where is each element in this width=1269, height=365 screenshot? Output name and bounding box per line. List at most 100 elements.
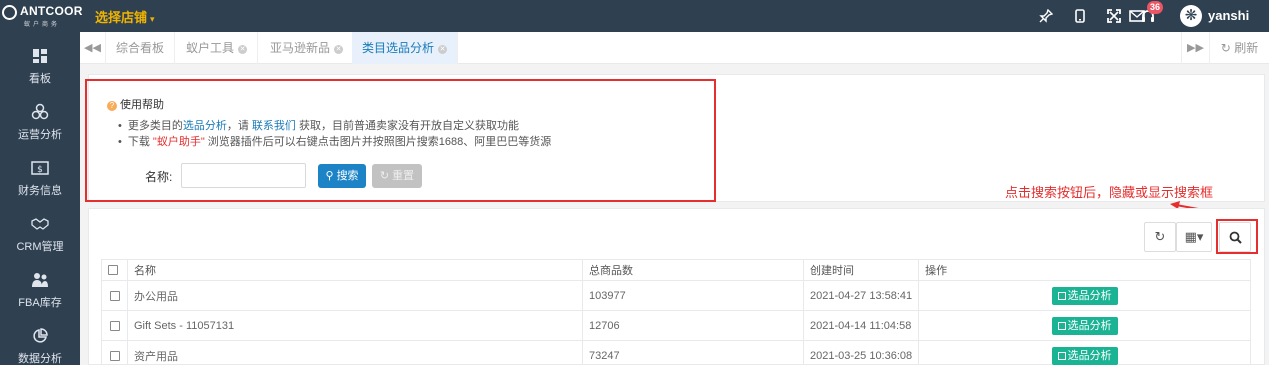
tab-bar: ◀◀ 综合看板 蚁户工具 ✕ 亚马逊新品 ✕ 类目选品分析 ✕ ▶▶ ↻ 刷新 [80,32,1269,64]
bullet-icon: • [118,136,122,148]
row-created: 2021-03-25 10:36:08 [802,340,920,365]
operation-icon [30,102,50,122]
tab-scroll-right-icon[interactable]: ▶▶ [1181,32,1209,64]
search-button-highlight [1216,219,1258,254]
table-row: Gift Sets - 11057131 12706 2021-04-14 11… [101,310,1251,341]
assistant-plugin-link[interactable]: "蚁户助手" [153,136,205,148]
help-line-2-pre: 下载 [127,136,153,148]
pie-chart-icon [30,326,50,346]
columns-toggle-button[interactable]: ▦▾ [1176,222,1212,252]
close-tab-icon[interactable]: ✕ [238,45,248,54]
column-header-total[interactable]: 总商品数 [582,259,804,281]
sidebar-item-label: FBA库存 [18,297,62,309]
help-line-1-mid: ，请 [226,120,252,132]
finance-icon: $ [30,158,50,178]
table-row: 办公用品 103977 2021-04-27 13:58:41 选品分析 [101,280,1251,311]
row-action-cell: 选品分析 [918,310,1251,341]
user-avatar-icon[interactable]: ❋ [1180,5,1202,27]
refresh-button[interactable]: ↻ 刷新 [1209,32,1269,64]
row-checkbox[interactable] [109,350,120,361]
row-total: 103977 [582,280,804,311]
help-line-1: • 更多类目的选品分析，请 联系我们 获取，目前普通卖家没有开放自定义获取功能 [118,117,519,133]
list-icon [1057,321,1066,330]
tab-scroll-left-icon[interactable]: ◀◀ [80,32,106,64]
reset-button[interactable]: ↻ 重置 [372,164,422,188]
row-name: 办公用品 [127,280,583,311]
selection-analysis-link[interactable]: 选品分析 [183,120,227,132]
sidebar-item-data-analysis[interactable]: 数据分析 [0,320,80,365]
name-search-input[interactable] [181,163,306,188]
search-button[interactable]: ⚲ 搜索 [318,164,366,188]
row-select-cell[interactable] [101,340,128,365]
row-checkbox[interactable] [109,320,120,331]
search-button-label: 搜索 [336,170,359,182]
sidebar-item-finance[interactable]: $ 财务信息 [0,152,80,208]
row-total: 73247 [582,340,804,365]
list-icon [1057,291,1066,300]
analysis-button[interactable]: 选品分析 [1051,346,1118,365]
pin-icon[interactable] [1038,8,1054,24]
column-header-name[interactable]: 名称 [127,259,583,281]
tab-category-analysis[interactable]: 类目选品分析 ✕ [352,32,459,64]
row-action-cell: 选品分析 [918,340,1251,365]
row-total: 12706 [582,310,804,341]
tab-tools[interactable]: 蚁户工具 ✕ [176,32,259,64]
sidebar-item-label: 看板 [29,73,51,85]
select-all-cell[interactable] [101,259,128,281]
help-line-1-post: 获取，目前普通卖家没有开放自定义获取功能 [295,120,519,132]
name-field-label: 名称: [145,170,173,184]
help-line-1-pre: 更多类目的 [127,120,183,132]
analysis-button[interactable]: 选品分析 [1051,286,1118,305]
tab-label: 亚马逊新品 [270,41,331,55]
top-navbar: ANTCOOR 蚁户商务 选择店铺 ▾ [0,0,1269,32]
row-created: 2021-04-14 11:04:58 [802,310,920,341]
sidebar-item-dashboard[interactable]: 看板 [0,40,80,96]
search-icon: ⚲ [325,170,334,182]
analysis-button-label: 选品分析 [1067,349,1112,362]
row-select-cell[interactable] [101,310,128,341]
row-select-cell[interactable] [101,280,128,311]
contact-us-link[interactable]: 联系我们 [252,120,296,132]
sidebar-item-label: 数据分析 [18,353,62,365]
dashboard-icon [30,46,50,66]
table-refresh-button[interactable]: ↻ [1144,222,1176,252]
column-header-created[interactable]: 创建时间 [802,259,920,281]
row-name: 资产用品 [127,340,583,365]
row-created: 2021-04-27 13:58:41 [802,280,920,311]
sidebar-item-crm[interactable]: CRM管理 [0,208,80,264]
shop-selector-label: 选择店铺 [95,10,148,25]
row-name: Gift Sets - 11057131 [127,310,583,341]
analysis-button-label: 选品分析 [1067,289,1112,302]
row-checkbox[interactable] [109,290,120,301]
help-title-text: 使用帮助 [120,99,164,111]
username[interactable]: yanshi [1208,8,1249,23]
sidebar-item-label: 财务信息 [18,185,62,197]
mail-envelope-icon[interactable] [1129,8,1145,24]
reset-icon: ↻ [379,170,390,182]
row-action-cell: 选品分析 [918,280,1251,311]
shop-selector[interactable]: 选择店铺 ▾ [95,7,155,26]
sidebar-item-operation-analysis[interactable]: 运营分析 [0,96,80,152]
help-title: ? 使用帮助 [107,96,164,112]
question-icon: ? [107,101,117,111]
analysis-button[interactable]: 选品分析 [1051,316,1118,335]
table-row: 资产用品 73247 2021-03-25 10:36:08 选品分析 [101,340,1251,365]
mobile-icon[interactable] [1072,8,1088,24]
svg-text:$: $ [37,165,43,175]
fullscreen-icon[interactable] [1106,8,1122,24]
tab-label: 蚁户工具 [186,41,235,55]
sidebar-item-label: 运营分析 [18,129,62,141]
brand-logo[interactable]: ANTCOOR 蚁户商务 [2,3,82,29]
logo-mark-icon [2,5,17,20]
close-tab-icon[interactable]: ✕ [334,45,344,54]
tab-amazon-new[interactable]: 亚马逊新品 ✕ [260,32,355,64]
annotation-text: 点击搜索按钮后，隐藏或显示搜索框 [1005,185,1214,200]
brand-subtitle: 蚁户商务 [24,22,61,28]
close-tab-icon[interactable]: ✕ [438,45,448,54]
refresh-label: 刷新 [1234,41,1259,55]
tab-label: 类目选品分析 [362,41,435,55]
help-line-2: • 下载 "蚁户助手" 浏览器插件后可以右键点击图片并按照图片搜索1688、阿里巴… [118,133,551,149]
sidebar-item-fba-inventory[interactable]: FBA库存 [0,264,80,320]
select-all-checkbox[interactable] [108,265,118,276]
tab-overview[interactable]: 综合看板 [106,32,176,64]
